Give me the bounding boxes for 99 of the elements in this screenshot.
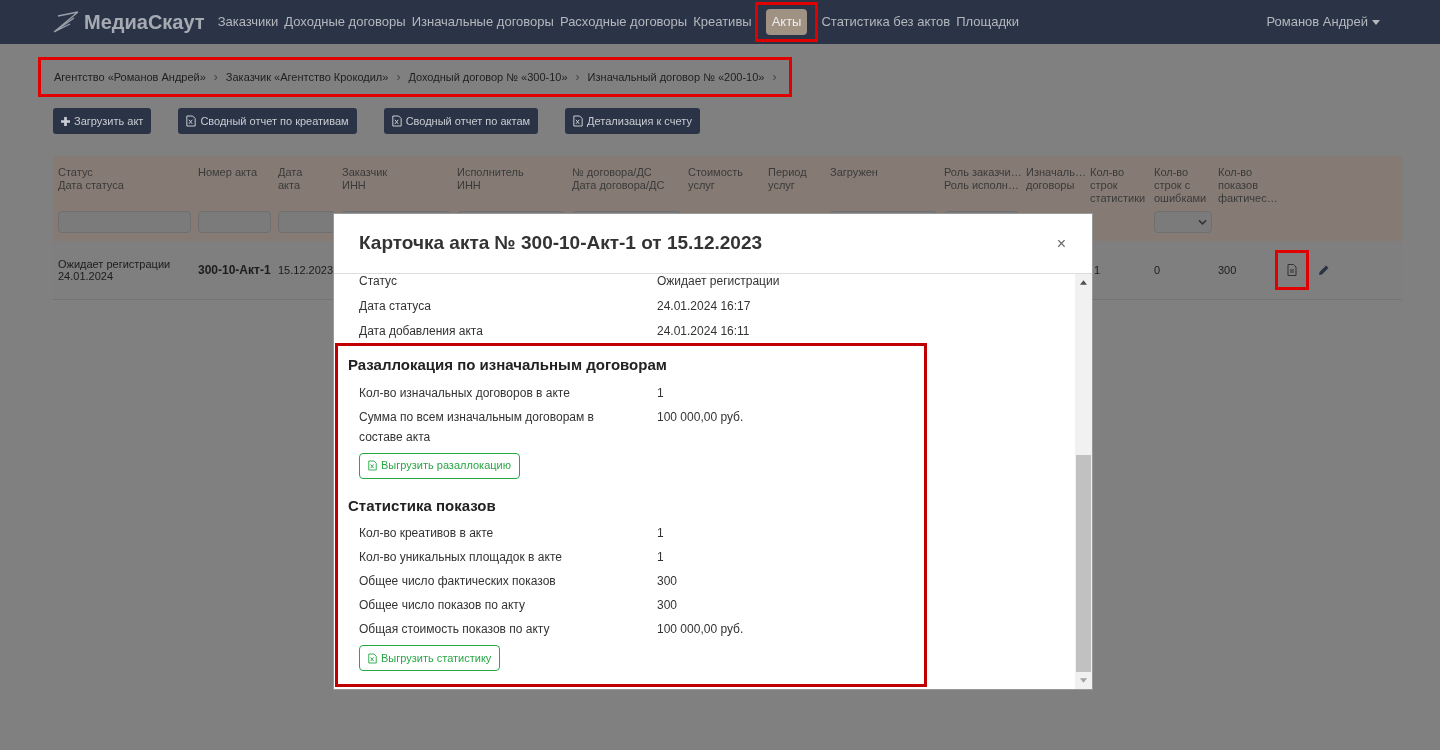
field-value: 1 xyxy=(657,525,664,542)
field-label: Кол-во уникальных площадок в акте xyxy=(359,549,563,566)
column-header: ИНН xyxy=(342,179,367,192)
nav-link[interactable]: Заказчики xyxy=(214,12,282,32)
field-label: Кол-во креативов в акте xyxy=(359,525,495,542)
field-label: Дата статуса xyxy=(359,297,432,315)
scrollbar-thumb[interactable] xyxy=(1076,455,1091,672)
view-button[interactable] xyxy=(1275,250,1309,290)
toolbar-button[interactable]: Сводный отчет по актам xyxy=(383,108,539,134)
toolbar-button[interactable]: Загрузить акт xyxy=(53,108,152,134)
table-cell-text: Ожидает регистрации 24.01.2024 xyxy=(58,258,172,282)
column-header: услуг xyxy=(768,179,796,192)
column-header: Кол-во xyxy=(1218,166,1254,179)
scroll-down-icon[interactable] xyxy=(1080,678,1087,683)
column-header: Роль заказчи… xyxy=(944,166,1019,179)
field-value: 1 xyxy=(657,549,664,566)
caret-icon xyxy=(1372,19,1380,25)
column-header: строк с xyxy=(1154,179,1192,192)
chevron-down-icon xyxy=(1198,219,1207,225)
separator-icon: › xyxy=(772,68,777,86)
column-header: Роль исполн… xyxy=(944,179,1019,192)
toolbar-button[interactable]: Детализация к счету xyxy=(565,108,700,134)
field-label: Кол-во изначальных договоров в акте xyxy=(359,384,571,402)
column-header: Дата статуса xyxy=(58,179,125,192)
separator-icon: › xyxy=(396,68,401,86)
column-header: Дата xyxy=(278,166,304,179)
field-value: 100 000,00 руб. xyxy=(657,408,744,426)
column-header: показов xyxy=(1218,179,1259,192)
field-value: Ожидает регистрации xyxy=(657,274,780,290)
field-value: 300 xyxy=(657,597,678,614)
field-label: Дата добавления акта xyxy=(359,322,484,340)
spreadsheet-file-icon xyxy=(368,652,377,664)
logo-icon xyxy=(52,10,80,34)
column-header: ошибками xyxy=(1154,192,1208,205)
breadcrumb-link[interactable]: Доходный договор № «300-10» xyxy=(408,68,568,86)
spreadsheet-file-icon xyxy=(573,115,584,127)
field-value: 1 xyxy=(657,384,664,402)
nav-link[interactable]: Площадки xyxy=(953,12,1022,32)
close-button[interactable]: × xyxy=(1056,231,1066,256)
column-header: ИНН xyxy=(457,179,482,192)
nav-link[interactable]: Креативы xyxy=(690,12,755,32)
column-header: Дата договора/ДС xyxy=(572,179,666,192)
column-header: акта xyxy=(278,179,302,192)
field-value: 300 xyxy=(657,573,678,590)
nav-link[interactable]: Изначальные договоры xyxy=(408,12,557,32)
column-header: Исполнитель xyxy=(457,166,525,179)
filter-field[interactable] xyxy=(278,211,335,233)
field-label: Общее число фактических показов xyxy=(359,573,557,590)
nav-link[interactable]: Статистика без актов xyxy=(818,12,954,32)
scrollbar[interactable] xyxy=(1075,274,1092,689)
section-title: Разаллокация по изначальным договорам xyxy=(348,355,668,375)
column-header: Стоимость xyxy=(688,166,745,179)
nav-link[interactable]: Расходные договоры xyxy=(556,12,691,32)
table-cell-text: 300 xyxy=(1218,264,1238,276)
plus-icon xyxy=(61,116,70,126)
table-cell-text: 300-10-Акт-1 xyxy=(198,264,272,276)
document-icon xyxy=(1287,264,1297,276)
column-header: Номер акта xyxy=(198,166,258,179)
pencil-icon[interactable] xyxy=(1319,265,1329,275)
field-label: Общая стоимость показов по акту xyxy=(359,621,551,638)
scroll-up-icon[interactable] xyxy=(1080,280,1087,285)
breadcrumb-link[interactable]: Агентство «Романов Андрей» xyxy=(54,68,206,86)
spreadsheet-file-icon xyxy=(186,115,197,127)
column-header: статистики xyxy=(1090,192,1147,205)
field-value: 24.01.2024 16:17 xyxy=(657,297,751,315)
filter-dropdown[interactable] xyxy=(1154,211,1212,233)
column-header: № договора/ДС xyxy=(572,166,653,179)
column-header: услуг xyxy=(688,179,716,192)
field-value: 100 000,00 руб. xyxy=(657,621,744,638)
brand-name: МедиаСкаут xyxy=(84,10,205,35)
export-button[interactable]: Выгрузить статистику xyxy=(359,645,501,671)
breadcrumb-link[interactable]: Заказчик «Агентство Крокодил» xyxy=(225,68,389,86)
column-header: Кол-во xyxy=(1090,166,1126,179)
column-header: Статус xyxy=(58,166,94,179)
column-header: Изначаль… xyxy=(1026,166,1083,179)
toolbar-button[interactable]: Сводный отчет по креативам xyxy=(178,108,357,134)
table-cell-text: 15.12.2023 xyxy=(278,264,335,276)
column-header: Период xyxy=(768,166,808,179)
breadcrumb-link[interactable]: Изначальный договор № «200-10» xyxy=(587,68,765,86)
export-button[interactable]: Выгрузить разаллокацию xyxy=(359,452,520,479)
column-header: Кол-во xyxy=(1154,166,1190,179)
field-value: 24.01.2024 16:11 xyxy=(657,322,750,340)
user-menu-button[interactable]: Романов Андрей xyxy=(1266,12,1380,32)
dialog-title: Карточка акта № 300-10-Акт-1 от 15.12.2023 xyxy=(359,231,763,256)
field-label: Статус xyxy=(359,274,398,290)
table-cell-text: 0 xyxy=(1154,264,1162,276)
spreadsheet-file-icon xyxy=(368,460,377,471)
table-cell-text: 1 xyxy=(1094,264,1102,276)
column-header: Заказчик xyxy=(342,166,389,179)
separator-icon: › xyxy=(575,68,580,86)
section-title: Статистика показов xyxy=(348,495,497,516)
column-header: строк xyxy=(1090,179,1119,192)
separator-icon: › xyxy=(213,68,218,86)
column-header: Загружен xyxy=(830,166,879,179)
field-label: Сумма по всем изначальным договорам в составе акта xyxy=(359,408,595,446)
spreadsheet-file-icon xyxy=(391,115,402,127)
field-label: Общее число показов по акту xyxy=(359,597,526,614)
column-header: договоры xyxy=(1026,179,1076,192)
nav-link[interactable]: Доходные договоры xyxy=(281,12,409,32)
